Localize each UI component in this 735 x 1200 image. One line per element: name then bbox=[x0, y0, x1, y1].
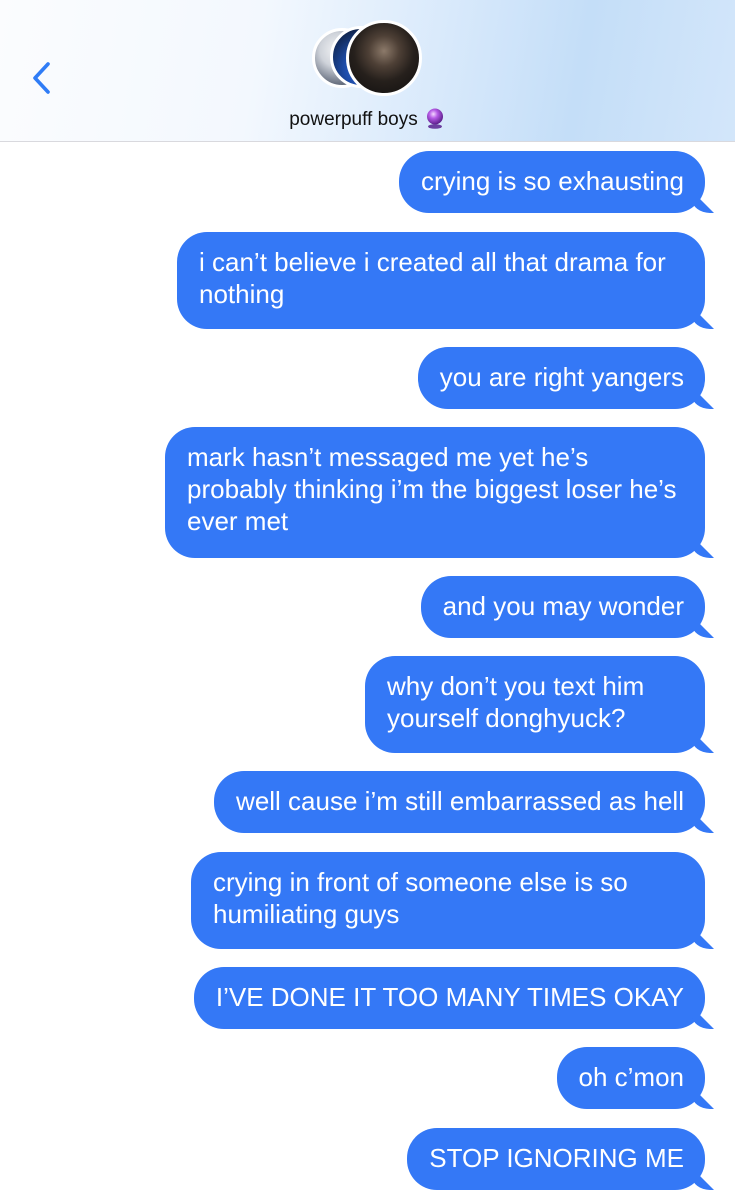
group-avatars[interactable] bbox=[312, 20, 424, 96]
back-chevron-icon[interactable] bbox=[26, 58, 60, 98]
message-text: well cause i’m still embarrassed as hell bbox=[236, 786, 684, 816]
group-name-title[interactable]: powerpuff boys bbox=[0, 107, 735, 131]
message-text: you are right yangers bbox=[439, 362, 684, 392]
message-bubble[interactable]: and you may wonder bbox=[420, 576, 705, 638]
message-text: I’VE DONE IT TOO MANY TIMES OKAY bbox=[215, 982, 684, 1012]
message-text: STOP IGNORING ME bbox=[429, 1143, 684, 1173]
message-bubble[interactable]: STOP IGNORING ME bbox=[407, 1128, 705, 1190]
message-text: i can’t believe i created all that drama… bbox=[199, 247, 666, 309]
message-text: oh c’mon bbox=[578, 1062, 685, 1092]
group-name-label: powerpuff boys bbox=[289, 109, 418, 130]
message-bubble[interactable]: I’VE DONE IT TOO MANY TIMES OKAY bbox=[193, 967, 705, 1029]
message-text: crying is so exhausting bbox=[420, 166, 684, 196]
conversation-header: powerpuff boys bbox=[0, 0, 735, 142]
message-bubble[interactable]: crying in front of someone else is so hu… bbox=[191, 852, 705, 949]
message-text: mark hasn’t messaged me yet he’s probabl… bbox=[187, 442, 677, 536]
message-text: why don’t you text him yourself donghyuc… bbox=[387, 671, 645, 733]
message-bubble[interactable]: crying is so exhausting bbox=[398, 151, 705, 213]
message-bubble[interactable]: oh c’mon bbox=[556, 1047, 705, 1109]
message-text: crying in front of someone else is so hu… bbox=[213, 867, 628, 929]
message-bubble[interactable]: mark hasn’t messaged me yet he’s probabl… bbox=[165, 427, 705, 558]
message-bubble[interactable]: you are right yangers bbox=[417, 347, 705, 409]
message-bubble[interactable]: why don’t you text him yourself donghyuc… bbox=[365, 656, 705, 753]
avatar bbox=[346, 20, 422, 96]
message-text: and you may wonder bbox=[442, 591, 684, 621]
crystal-ball-icon bbox=[426, 108, 443, 129]
message-bubble[interactable]: well cause i’m still embarrassed as hell bbox=[214, 771, 705, 833]
message-bubble[interactable]: i can’t believe i created all that drama… bbox=[177, 232, 705, 329]
